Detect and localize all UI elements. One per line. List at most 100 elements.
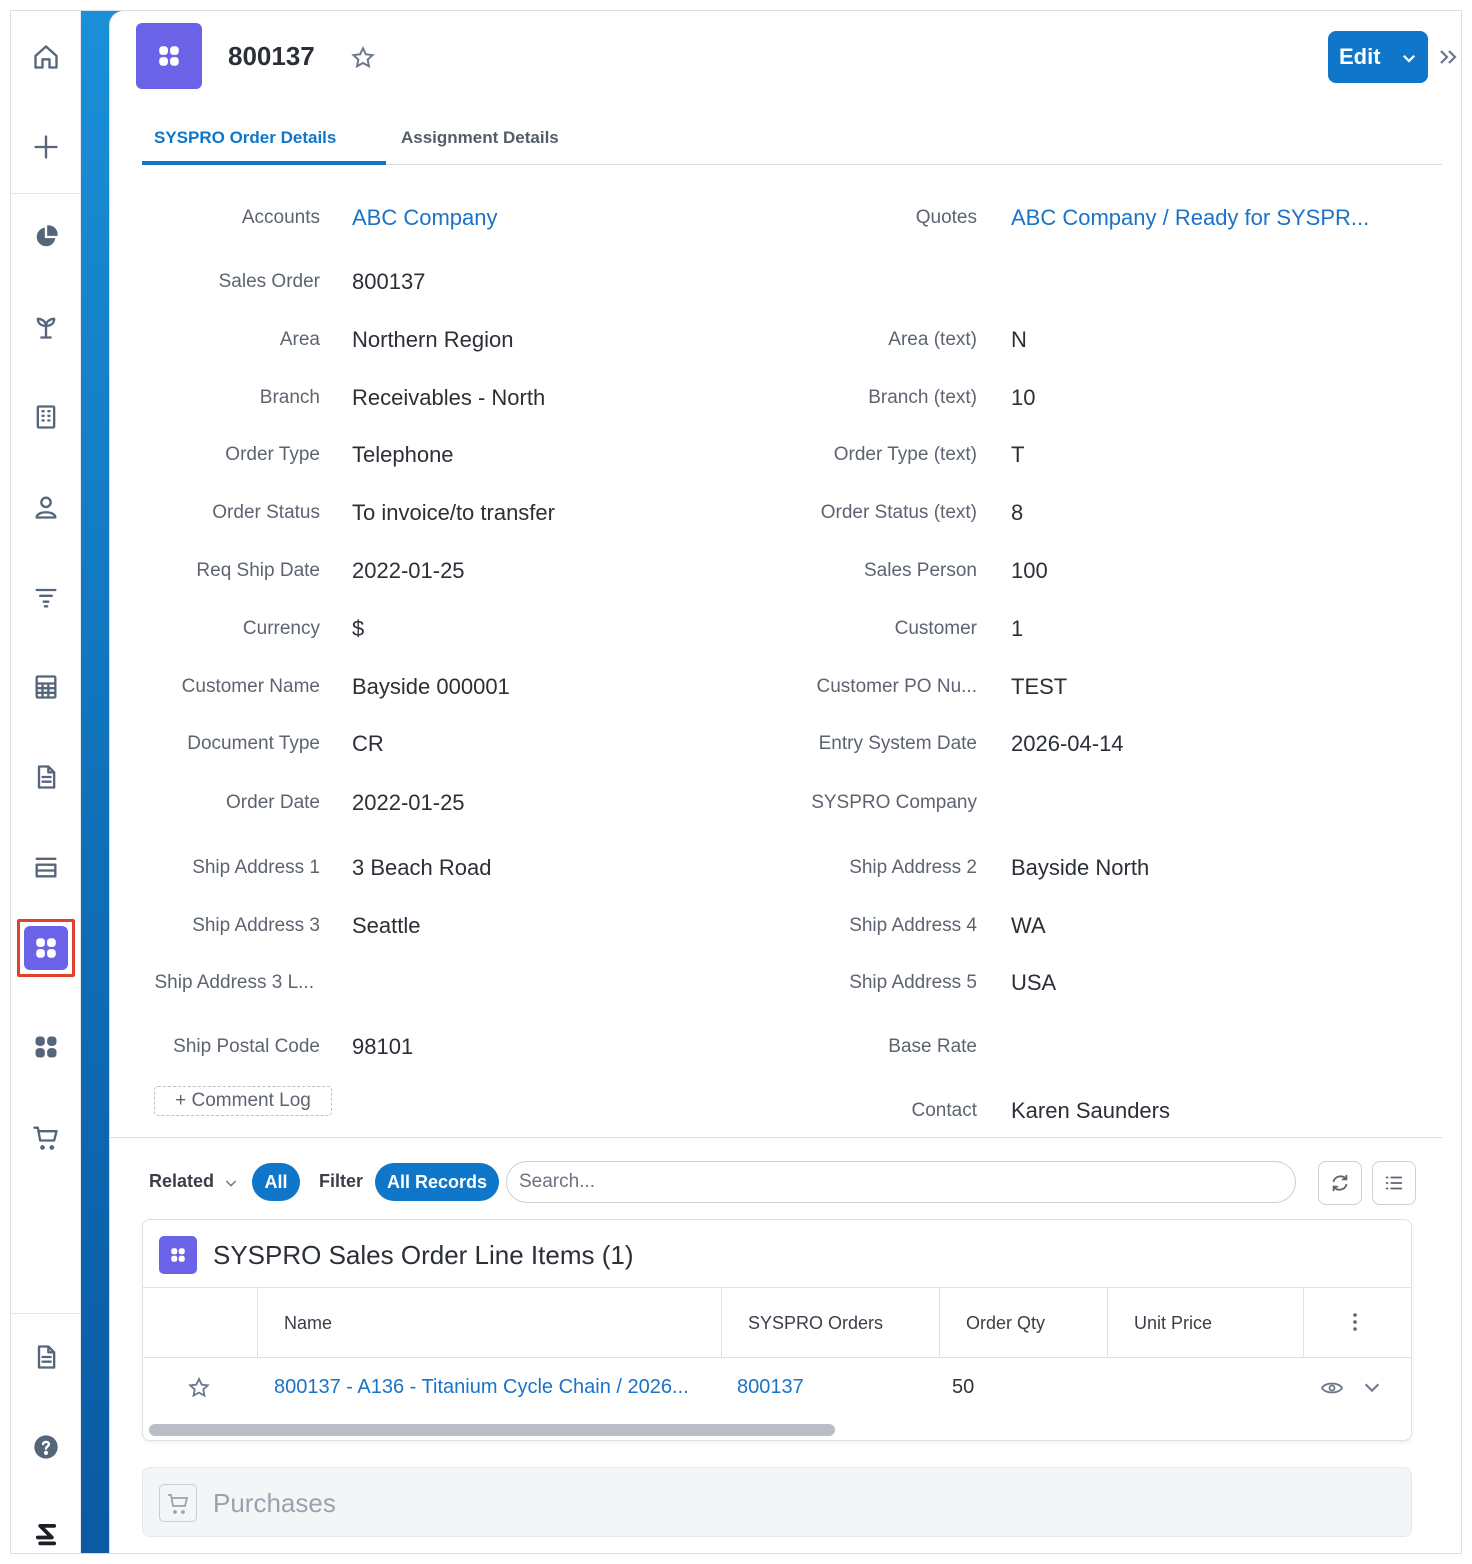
section-divider — [110, 1137, 1442, 1138]
favorite-star-icon[interactable] — [350, 45, 376, 71]
nav-divider — [11, 193, 81, 194]
field-row: Order Status To invoice/to transfer Orde… — [110, 496, 1450, 536]
line-items-panel: SYSPRO Sales Order Line Items (1) Name S… — [142, 1219, 1412, 1441]
field-value: Karen Saunders — [1011, 1098, 1170, 1123]
field-label: Customer PO Nu... — [816, 676, 978, 697]
field-label: Ship Postal Code — [173, 1036, 320, 1057]
field-value: 1 — [1011, 616, 1024, 641]
panel-title: SYSPRO Sales Order Line Items (1) — [213, 1240, 634, 1270]
apps-icon[interactable] — [23, 1024, 69, 1070]
panel-title: Purchases — [213, 1488, 336, 1518]
field-value: 2022-01-25 — [352, 790, 465, 815]
plus-icon[interactable] — [23, 124, 69, 170]
field-value: $ — [352, 616, 365, 641]
field-label: Branch — [259, 387, 320, 408]
nav-divider — [11, 1313, 81, 1314]
plant-icon[interactable] — [23, 304, 69, 350]
field-label: Contact — [911, 1100, 977, 1121]
field-grid: Accounts ABC Company Quotes ABC Company … — [110, 171, 1450, 1141]
column-header-unit-price[interactable]: Unit Price — [1107, 1288, 1303, 1358]
user-icon[interactable] — [23, 484, 69, 530]
double-chevron-right-icon[interactable] — [1436, 45, 1460, 69]
field-value: N — [1011, 327, 1027, 352]
help-icon[interactable] — [23, 1424, 69, 1470]
related-toolbar: Related All Filter All Records Search... — [110, 1161, 1450, 1205]
field-row: Branch Receivables - North Branch (text)… — [110, 381, 1450, 421]
app-window: 800137 Edit SYSPRO Order Details Assignm… — [10, 10, 1462, 1554]
document-icon[interactable] — [23, 1334, 69, 1380]
horizontal-scrollbar[interactable] — [149, 1424, 835, 1436]
field-label: Order Type — [225, 444, 320, 465]
field-value: Bayside North — [1011, 855, 1150, 880]
field-label: Ship Address 5 — [849, 972, 977, 993]
related-dropdown[interactable]: Related — [149, 1171, 214, 1192]
list-icon[interactable] — [23, 844, 69, 890]
field-row: Ship Address 3 L... Ship Address 5 USA — [110, 966, 1450, 1006]
column-header-name[interactable]: Name — [257, 1288, 721, 1358]
syspro-order-link[interactable]: 800137 — [737, 1376, 804, 1399]
field-value: Telephone — [352, 442, 454, 467]
home-icon[interactable] — [23, 34, 69, 80]
field-label: Document Type — [187, 733, 320, 754]
apps-icon — [24, 926, 68, 970]
search-input[interactable]: Search... — [506, 1161, 1296, 1203]
record-type-icon — [136, 23, 202, 89]
calculator-icon[interactable] — [23, 664, 69, 710]
field-label: Area (text) — [888, 329, 977, 350]
field-value: 8 — [1011, 500, 1024, 525]
field-row: Document Type CR Entry System Date 2026-… — [110, 727, 1450, 767]
field-value: Bayside 000001 — [352, 674, 510, 699]
all-records-pill[interactable]: All Records — [375, 1163, 499, 1201]
field-value: 800137 — [352, 269, 426, 294]
eye-icon[interactable] — [1319, 1376, 1345, 1400]
brand-logo-icon[interactable] — [23, 1511, 69, 1553]
field-label: Order Date — [226, 792, 320, 813]
edit-button-label: Edit — [1339, 44, 1381, 69]
quotes-link[interactable]: ABC Company / Ready for SYSPR... — [1011, 205, 1369, 231]
field-label: Branch (text) — [868, 387, 977, 408]
field-label: Entry System Date — [818, 733, 977, 754]
filter-icon[interactable] — [23, 574, 69, 620]
line-item-name-link[interactable]: 800137 - A136 - Titanium Cycle Chain / 2… — [274, 1376, 689, 1399]
more-vertical-icon[interactable] — [1343, 1310, 1367, 1334]
field-row: Area Northern Region Area (text) N — [110, 323, 1450, 363]
field-label: Ship Address 1 — [192, 857, 320, 878]
pie-chart-icon[interactable] — [23, 214, 69, 260]
column-header-order-qty[interactable]: Order Qty — [939, 1288, 1107, 1358]
field-value: CR — [352, 731, 384, 756]
field-value: Northern Region — [352, 327, 514, 352]
star-icon[interactable] — [187, 1376, 211, 1400]
field-label: Sales Order — [218, 271, 320, 292]
purchases-panel[interactable]: Purchases — [142, 1467, 1412, 1537]
list-view-icon[interactable] — [1372, 1161, 1416, 1205]
accounts-link[interactable]: ABC Company — [352, 205, 498, 231]
field-value: Receivables - North — [352, 385, 546, 410]
tab-syspro-order-details[interactable]: SYSPRO Order Details — [142, 123, 386, 165]
chevron-down-icon[interactable] — [1361, 1376, 1383, 1398]
field-value: 100 — [1011, 558, 1048, 583]
tab-assignment-details[interactable]: Assignment Details — [400, 123, 600, 165]
field-row: Ship Address 1 3 Beach Road Ship Address… — [110, 851, 1450, 891]
chevron-down-icon[interactable] — [1400, 47, 1418, 65]
chevron-down-icon[interactable] — [223, 1175, 239, 1191]
field-value: 10 — [1011, 385, 1036, 410]
all-pill[interactable]: All — [252, 1163, 300, 1201]
edit-button[interactable]: Edit — [1328, 31, 1428, 83]
comment-log-button[interactable]: + Comment Log — [154, 1086, 332, 1116]
refresh-icon[interactable] — [1318, 1161, 1362, 1205]
field-value: USA — [1011, 970, 1057, 995]
apps-icon-active[interactable] — [17, 919, 75, 977]
field-row: Order Date 2022-01-25 SYSPRO Company — [110, 786, 1450, 826]
field-row: Order Type Telephone Order Type (text) T — [110, 438, 1450, 478]
detail-tabs: SYSPRO Order Details Assignment Details — [142, 123, 1442, 165]
field-label: Order Status (text) — [820, 502, 977, 523]
field-value: TEST — [1011, 674, 1068, 699]
document-icon[interactable] — [23, 754, 69, 800]
field-label: Ship Address 3 — [192, 915, 320, 936]
column-header-syspro-orders[interactable]: SYSPRO Orders — [721, 1288, 939, 1358]
field-label: SYSPRO Company — [811, 792, 977, 813]
field-value: Seattle — [352, 913, 421, 938]
cart-icon[interactable] — [23, 1114, 69, 1160]
filter-label: Filter — [319, 1171, 364, 1191]
building-icon[interactable] — [23, 394, 69, 440]
